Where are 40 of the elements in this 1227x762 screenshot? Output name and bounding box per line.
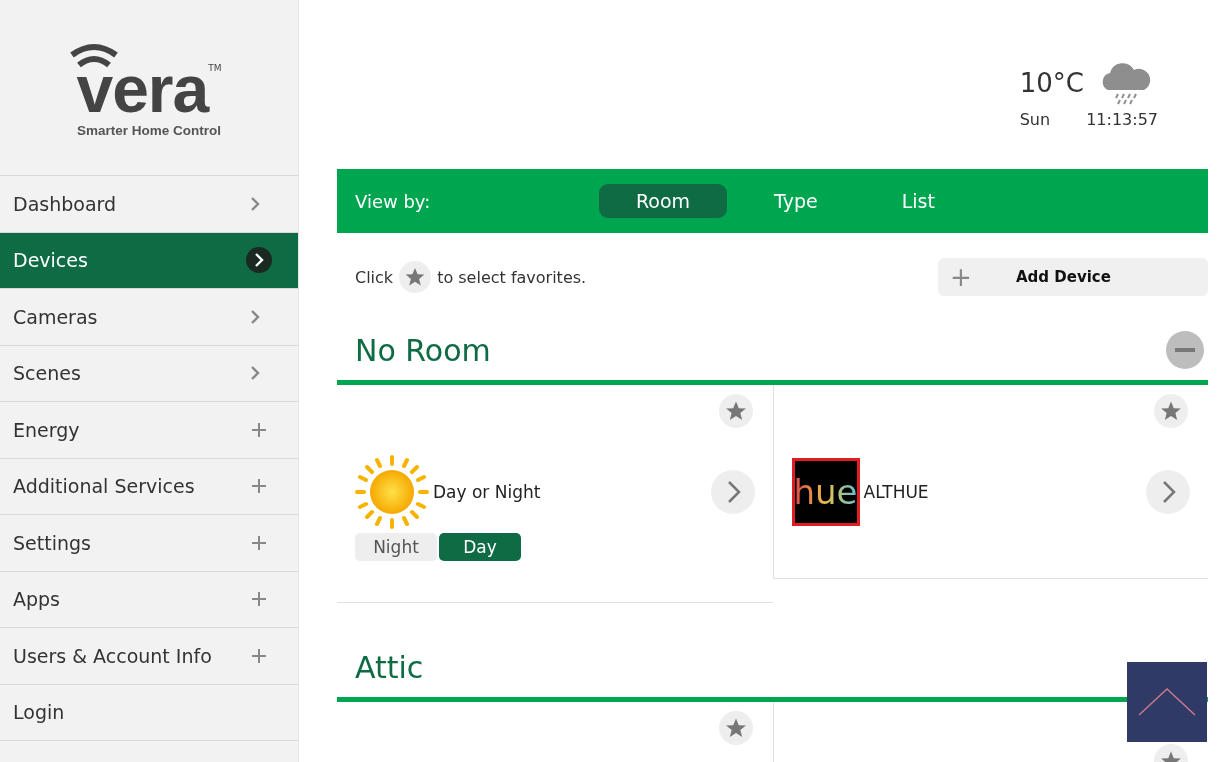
chevron-right-icon[interactable]	[1146, 470, 1190, 514]
sidebar-item[interactable]: Devices	[0, 232, 298, 289]
sidebar-item[interactable]: Apps	[0, 571, 298, 628]
plus-icon	[250, 533, 268, 552]
trademark: TM	[208, 63, 222, 73]
mode-button[interactable]: Day	[439, 533, 521, 561]
room-title: Attic	[355, 649, 424, 685]
chevron-right-icon	[246, 247, 272, 274]
plus-icon	[250, 646, 268, 665]
add-device-button[interactable]: + Add Device	[938, 258, 1208, 296]
sidebar-item[interactable]: Login	[0, 684, 298, 741]
hint-text: to select favorites.	[437, 267, 587, 287]
plus-icon	[250, 420, 268, 439]
chevron-right-icon[interactable]	[710, 470, 755, 514]
sidebar-item[interactable]: Users & Account Info	[0, 628, 298, 685]
sidebar-item[interactable]: Energy	[0, 402, 298, 459]
sidebar-item[interactable]: Settings	[0, 515, 298, 572]
plus-icon	[250, 590, 268, 609]
temperature: 10°C	[1019, 68, 1084, 98]
device-name: ALTHUE	[863, 482, 930, 502]
sidebar-item[interactable]: Cameras	[0, 289, 298, 346]
sidebar-item[interactable]: Additional Services	[0, 458, 298, 515]
mode-button[interactable]: Night	[355, 533, 437, 561]
device-name: Day or Night	[433, 482, 542, 502]
room-title: No Room	[355, 332, 491, 368]
sun-icon	[355, 455, 429, 529]
collapse-icon[interactable]	[1166, 331, 1204, 369]
plus-icon	[250, 477, 268, 496]
weather-day: Sun	[1019, 110, 1051, 129]
hint-text: Click	[355, 267, 394, 287]
hue-logo: hue	[791, 458, 860, 526]
view-by-label: View by:	[355, 190, 432, 212]
sidebar-item[interactable]: Dashboard	[0, 176, 298, 233]
chevron-up-icon	[1137, 687, 1197, 717]
view-tab[interactable]: Room	[599, 184, 728, 219]
weather-time: 11:13:57	[1086, 110, 1158, 129]
sidebar-item[interactable]: Scenes	[0, 345, 298, 402]
logo-tagline: Smarter Home Control	[76, 123, 221, 138]
wifi-arcs-icon	[68, 43, 120, 69]
logo-wordmark: vera	[76, 59, 209, 119]
